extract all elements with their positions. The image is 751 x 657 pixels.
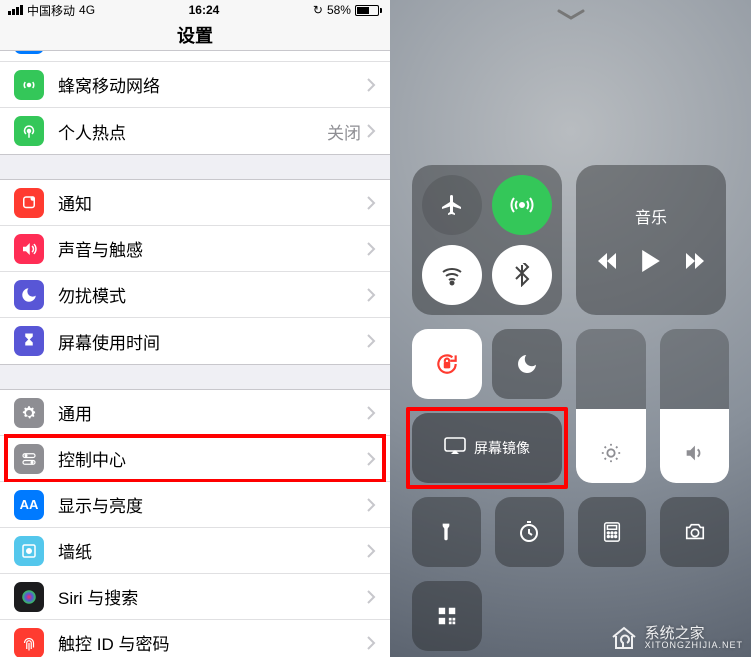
dnd-toggle[interactable] [492, 329, 562, 399]
row-label: 触控 ID 与密码 [58, 630, 367, 655]
timer-button[interactable] [495, 497, 564, 567]
cellular-data-toggle[interactable] [492, 175, 552, 235]
control-center-pane: 音乐 [390, 0, 751, 657]
row-label: 个人热点 [58, 119, 327, 144]
row-label: Siri 与搜索 [58, 584, 367, 609]
calculator-button[interactable] [578, 497, 647, 567]
settings-row-siri[interactable]: Siri 与搜索 [0, 574, 390, 620]
screen-mirroring-label: 屏幕镜像 [474, 438, 530, 458]
chevron-down-icon[interactable] [557, 8, 585, 26]
prev-track-icon[interactable] [598, 253, 616, 274]
watermark: 系统之家 XITONGZHIJIA.NET [609, 625, 743, 651]
camera-button[interactable] [660, 497, 729, 567]
hourglass-icon [14, 326, 44, 356]
battery-icon [355, 5, 382, 16]
settings-row-sounds[interactable]: 声音与触感 [0, 226, 390, 272]
chevron-right-icon [367, 452, 376, 466]
settings-row-wallpaper[interactable]: 墙纸 [0, 528, 390, 574]
row-label: 墙纸 [58, 538, 367, 563]
music-title-label: 音乐 [635, 204, 667, 228]
volume-slider[interactable] [660, 329, 730, 483]
row-label: 屏幕使用时间 [58, 329, 367, 354]
settings-row-cellular[interactable]: 蜂窝移动网络 [0, 62, 390, 108]
settings-row-touchid[interactable]: 触控 ID 与密码 [0, 620, 390, 657]
music-tile[interactable]: 音乐 [576, 165, 726, 315]
play-icon[interactable] [642, 250, 660, 277]
row-label: 显示与亮度 [58, 492, 367, 517]
chevron-right-icon [367, 498, 376, 512]
clock-label: 16:24 [189, 3, 220, 17]
row-value: 关闭 [327, 119, 361, 144]
status-bar: 中国移动 4G 16:24 ↻ 58% [0, 0, 390, 20]
signal-icon [8, 5, 23, 15]
page-title: 设置 [0, 20, 390, 51]
gear-icon [14, 398, 44, 428]
network-label: 4G [79, 3, 95, 17]
screen-mirroring-icon [444, 437, 466, 460]
wallpaper-icon [14, 536, 44, 566]
touchid-icon [14, 628, 44, 657]
orientation-lock-toggle[interactable] [412, 329, 482, 399]
settings-row-dnd[interactable]: 勿扰模式 [0, 272, 390, 318]
row-label: 勿扰模式 [58, 282, 367, 307]
row-label: 声音与触感 [58, 236, 367, 261]
switches-icon [14, 444, 44, 474]
chevron-right-icon [367, 124, 376, 138]
row-label: 通用 [58, 400, 367, 425]
chevron-right-icon [367, 288, 376, 302]
watermark-text: 系统之家 [645, 626, 743, 641]
connectivity-tile[interactable] [412, 165, 562, 315]
settings-pane: 中国移动 4G 16:24 ↻ 58% 设置 蓝牙未连接蜂窝移动网络个人热点关闭… [0, 0, 390, 657]
chevron-right-icon [367, 78, 376, 92]
aa-icon: AA [14, 490, 44, 520]
hotspot-icon [14, 116, 44, 146]
sound-icon [14, 234, 44, 264]
chevron-right-icon [367, 590, 376, 604]
bluetooth-toggle[interactable] [492, 245, 552, 305]
chevron-right-icon [367, 242, 376, 256]
settings-row-screentime[interactable]: 屏幕使用时间 [0, 318, 390, 364]
bluetooth-icon [14, 51, 44, 54]
rotation-icon: ↻ [313, 3, 323, 17]
siri-icon [14, 582, 44, 612]
volume-icon [683, 442, 705, 469]
settings-row-bluetooth[interactable]: 蓝牙未连接 [0, 51, 390, 62]
next-track-icon[interactable] [686, 253, 704, 274]
settings-row-hotspot[interactable]: 个人热点关闭 [0, 108, 390, 154]
row-label: 控制中心 [58, 446, 367, 471]
screen-mirroring-button[interactable]: 屏幕镜像 [412, 413, 562, 483]
settings-list[interactable]: 蓝牙未连接蜂窝移动网络个人热点关闭通知声音与触感勿扰模式屏幕使用时间通用控制中心… [0, 51, 390, 657]
chevron-right-icon [367, 196, 376, 210]
moon-icon [14, 280, 44, 310]
cellular-icon [14, 70, 44, 100]
chevron-right-icon [367, 334, 376, 348]
brightness-slider[interactable] [576, 329, 646, 483]
brightness-icon [600, 442, 622, 469]
watermark-sub: XITONGZHIJIA.NET [645, 641, 743, 650]
row-label: 蜂窝移动网络 [58, 72, 367, 97]
settings-row-notifications[interactable]: 通知 [0, 180, 390, 226]
row-label: 通知 [58, 190, 367, 215]
carrier-label: 中国移动 [27, 2, 75, 19]
chevron-right-icon [367, 406, 376, 420]
settings-row-general[interactable]: 通用 [0, 390, 390, 436]
flashlight-button[interactable] [412, 497, 481, 567]
settings-row-display[interactable]: AA 显示与亮度 [0, 482, 390, 528]
wifi-toggle[interactable] [422, 245, 482, 305]
chevron-right-icon [367, 544, 376, 558]
bell-icon [14, 188, 44, 218]
chevron-right-icon [367, 636, 376, 650]
settings-row-controlcenter[interactable]: 控制中心 [0, 436, 390, 482]
battery-percent: 58% [327, 3, 351, 17]
qr-scan-button[interactable] [412, 581, 482, 651]
airplane-toggle[interactable] [422, 175, 482, 235]
